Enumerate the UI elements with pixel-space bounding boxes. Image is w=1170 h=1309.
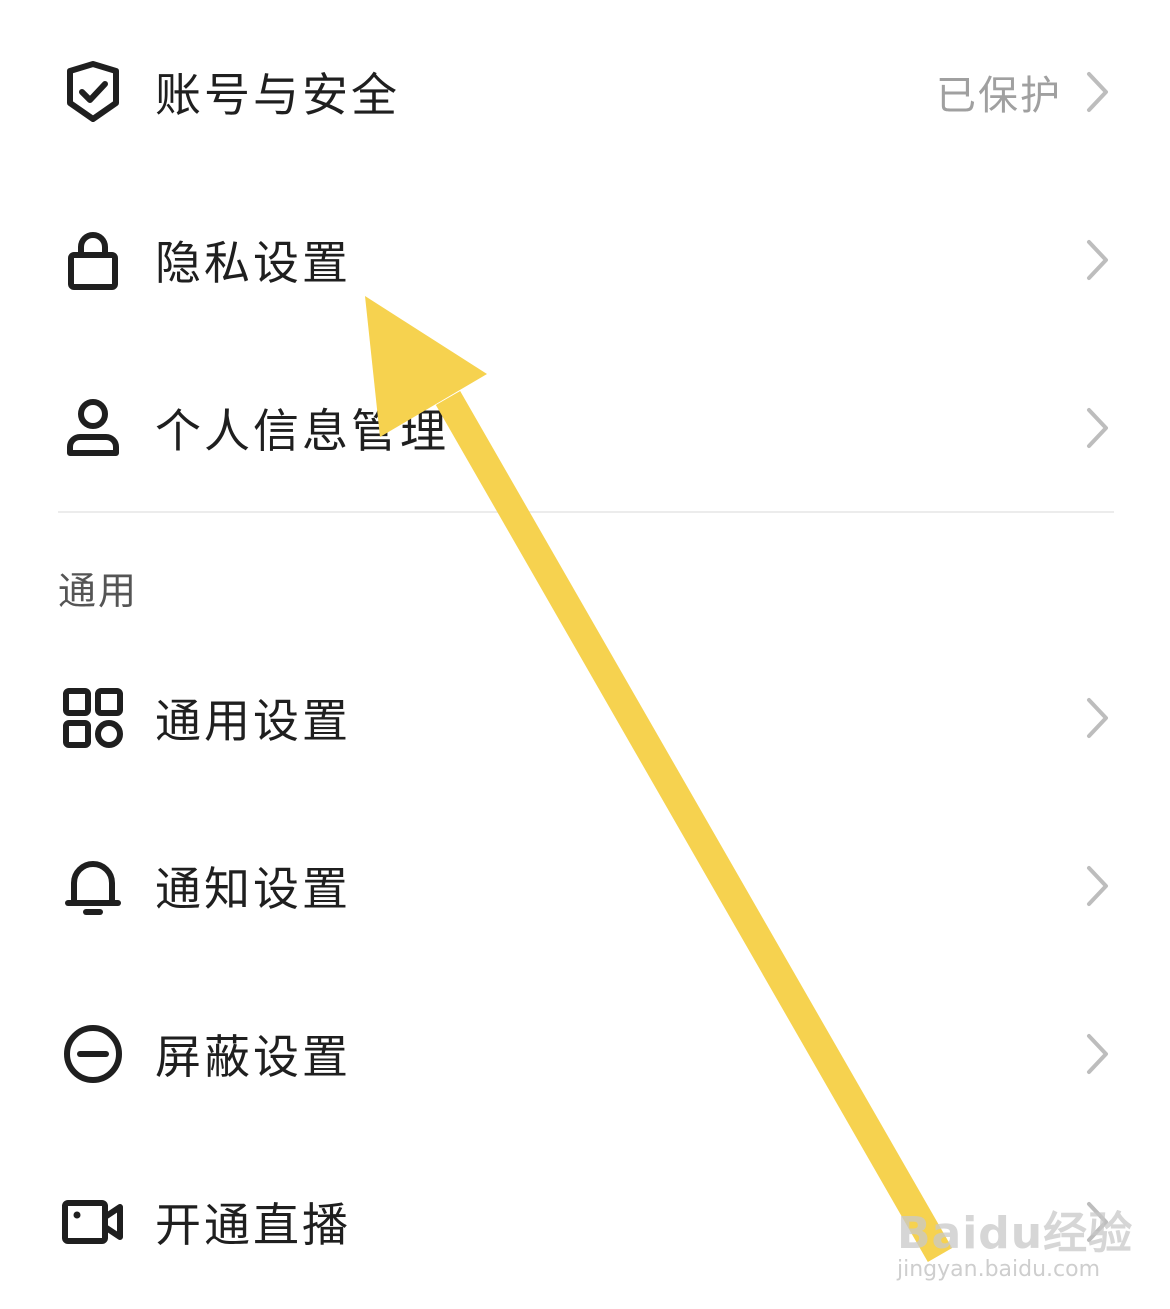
chevron-right-icon: [1084, 69, 1112, 115]
shield-check-icon: [60, 59, 126, 125]
video-camera-icon: [60, 1189, 126, 1255]
row-label: 个人信息管理: [155, 404, 449, 458]
bell-icon: [60, 853, 126, 919]
settings-row-block[interactable]: 屏蔽设置: [0, 970, 1170, 1138]
block-minus-icon: [60, 1021, 126, 1087]
section-header-general: 通用: [58, 569, 139, 613]
person-icon: [60, 395, 126, 461]
row-label: 屏蔽设置: [155, 1030, 351, 1084]
chevron-right-icon: [1084, 863, 1112, 909]
row-label: 通用设置: [155, 694, 351, 748]
settings-row-general[interactable]: 通用设置: [0, 634, 1170, 802]
row-label: 开通直播: [155, 1198, 351, 1252]
settings-row-personal-info[interactable]: 个人信息管理: [0, 344, 1170, 512]
settings-row-notifications[interactable]: 通知设置: [0, 802, 1170, 970]
chevron-right-icon: [1084, 405, 1112, 451]
settings-row-live-stream[interactable]: 开通直播: [0, 1138, 1170, 1306]
chevron-right-icon: [1084, 1199, 1112, 1245]
chevron-right-icon: [1084, 237, 1112, 283]
chevron-right-icon: [1084, 1031, 1112, 1077]
status-value: 已保护: [936, 73, 1062, 119]
section-divider: [58, 511, 1114, 513]
row-label: 隐私设置: [155, 236, 351, 290]
grid-apps-icon: [60, 685, 126, 751]
settings-row-privacy[interactable]: 隐私设置: [0, 176, 1170, 344]
row-label: 账号与安全: [155, 68, 400, 122]
row-label: 通知设置: [155, 862, 351, 916]
chevron-right-icon: [1084, 695, 1112, 741]
settings-row-account-security[interactable]: 账号与安全 已保护: [0, 8, 1170, 176]
lock-icon: [60, 227, 126, 293]
